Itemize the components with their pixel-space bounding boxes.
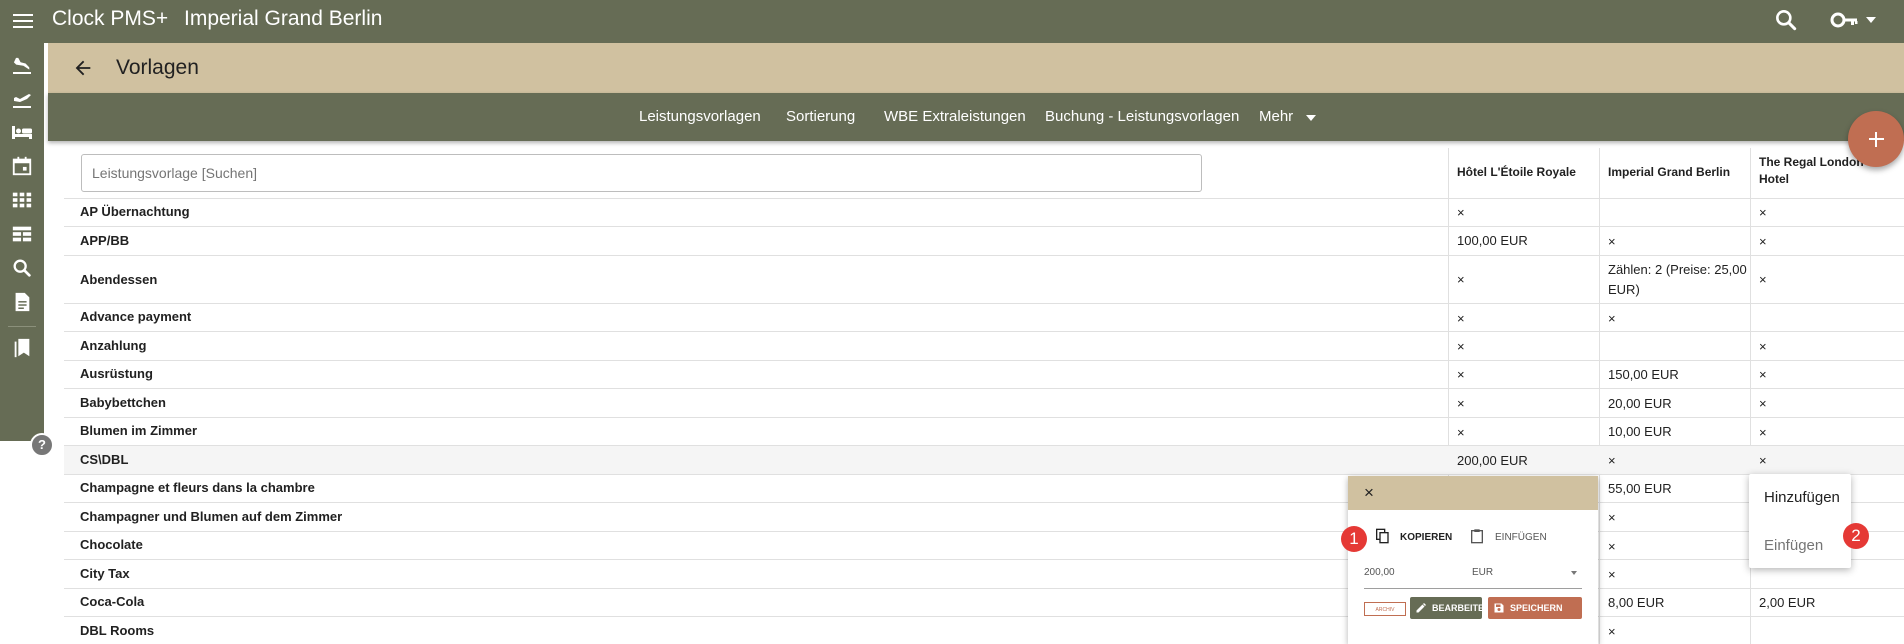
table-row[interactable]: Advance payment × ×: [64, 303, 1904, 332]
back-arrow-icon[interactable]: [72, 57, 94, 84]
pencil-icon: [1416, 603, 1426, 613]
tab-mehr[interactable]: Mehr: [1259, 108, 1293, 125]
table-row[interactable]: APP/BB 100,00 EUR × ×: [64, 226, 1904, 256]
menu-icon[interactable]: [10, 8, 36, 34]
tab-bar: Leistungsvorlagen Sortierung WBE Extrale…: [48, 93, 1904, 141]
paste-button[interactable]: EINFÜGEN: [1495, 532, 1547, 543]
table-row[interactable]: Babybettchen × 20,00 EUR ×: [64, 388, 1904, 418]
save-button-label: SPEICHERN: [1510, 603, 1563, 613]
menu-item-paste[interactable]: Einfügen: [1764, 537, 1823, 554]
table-row[interactable]: DBL Rooms ×: [64, 616, 1904, 644]
clipboard-icon[interactable]: [1469, 528, 1485, 549]
edit-button-label: BEARBEITEN: [1432, 603, 1491, 613]
search-icon[interactable]: [1773, 7, 1799, 33]
departures-icon[interactable]: [8, 84, 36, 112]
templates-table: Leistungsvorlage [Suchen] Hôtel L'Étoile…: [64, 148, 1904, 644]
popup-header: ×: [1348, 476, 1598, 510]
chevron-down-icon[interactable]: [1571, 571, 1577, 575]
context-menu: Hinzufügen Einfügen: [1749, 474, 1851, 568]
table-row[interactable]: CS\DBL 200,00 EUR × ×: [64, 445, 1904, 475]
document-icon[interactable]: [8, 288, 36, 316]
arrivals-icon[interactable]: [8, 50, 36, 78]
chevron-down-icon[interactable]: [1866, 17, 1876, 23]
table-row[interactable]: City Tax ×: [64, 559, 1904, 589]
step-badge-1: 1: [1341, 526, 1367, 552]
price-edit-popup: × KOPIEREN EINFÜGEN 200,00 EUR ARCHIV BE…: [1348, 476, 1598, 644]
app-header: Clock PMS+ Imperial Grand Berlin: [0, 0, 1904, 43]
table-row[interactable]: Blumen im Zimmer × 10,00 EUR ×: [64, 417, 1904, 446]
bed-icon[interactable]: [8, 118, 36, 146]
close-icon[interactable]: ×: [1364, 483, 1374, 503]
key-icon[interactable]: [1830, 8, 1860, 32]
save-icon: [1494, 603, 1504, 613]
table-row[interactable]: AP Übernachtung × ×: [64, 198, 1904, 227]
column-header: The Regal London Hotel: [1759, 155, 1864, 186]
input-underline: [1364, 588, 1582, 589]
table-row[interactable]: Anzahlung × ×: [64, 331, 1904, 361]
page-title: Vorlagen: [116, 56, 199, 79]
tab-leistungsvorlagen[interactable]: Leistungsvorlagen: [639, 108, 761, 125]
app-name: Clock PMS+: [52, 7, 169, 30]
copy-button[interactable]: KOPIEREN: [1400, 532, 1452, 543]
page-header: Vorlagen: [48, 43, 1904, 93]
table-row[interactable]: Chocolate ×: [64, 531, 1904, 560]
template-search-input[interactable]: Leistungsvorlage [Suchen]: [81, 154, 1202, 192]
help-icon[interactable]: ?: [30, 433, 54, 457]
table-row[interactable]: Champagner und Blumen auf dem Zimmer ×: [64, 502, 1904, 532]
save-button[interactable]: SPEICHERN: [1488, 597, 1582, 619]
grid-icon[interactable]: [8, 186, 36, 214]
table-row[interactable]: Abendessen × Zählen: 2 (Preise: 25,00 EU…: [64, 255, 1904, 304]
tab-wbe-extraleistungen[interactable]: WBE Extraleistungen: [884, 108, 1026, 125]
copy-icon[interactable]: [1374, 528, 1390, 549]
calendar-icon[interactable]: [8, 152, 36, 180]
table-row[interactable]: Ausrüstung × 150,00 EUR ×: [64, 360, 1904, 389]
chevron-down-icon[interactable]: [1306, 115, 1316, 121]
menu-item-add[interactable]: Hinzufügen: [1764, 489, 1840, 506]
search-nav-icon[interactable]: [8, 254, 36, 282]
edit-button[interactable]: BEARBEITEN: [1410, 597, 1491, 619]
hotel-name[interactable]: Imperial Grand Berlin: [184, 7, 382, 31]
table-icon[interactable]: [8, 220, 36, 248]
table-row[interactable]: Champagne et fleurs dans la chambre 55,0…: [64, 474, 1904, 503]
tab-buchung-leistungsvorlagen[interactable]: Buchung - Leistungsvorlagen: [1045, 108, 1239, 125]
archive-button[interactable]: ARCHIV: [1364, 602, 1406, 616]
currency-select[interactable]: EUR: [1472, 567, 1493, 578]
sidebar-divider: [8, 326, 36, 327]
sidebar: [0, 43, 44, 441]
bookmarks-icon[interactable]: [8, 334, 36, 362]
price-input[interactable]: 200,00: [1364, 567, 1395, 578]
tab-sortierung[interactable]: Sortierung: [786, 108, 855, 125]
table-row[interactable]: Coca-Cola 8,00 EUR 2,00 EUR: [64, 588, 1904, 617]
step-badge-2: 2: [1843, 523, 1869, 549]
add-button[interactable]: [1848, 111, 1904, 167]
